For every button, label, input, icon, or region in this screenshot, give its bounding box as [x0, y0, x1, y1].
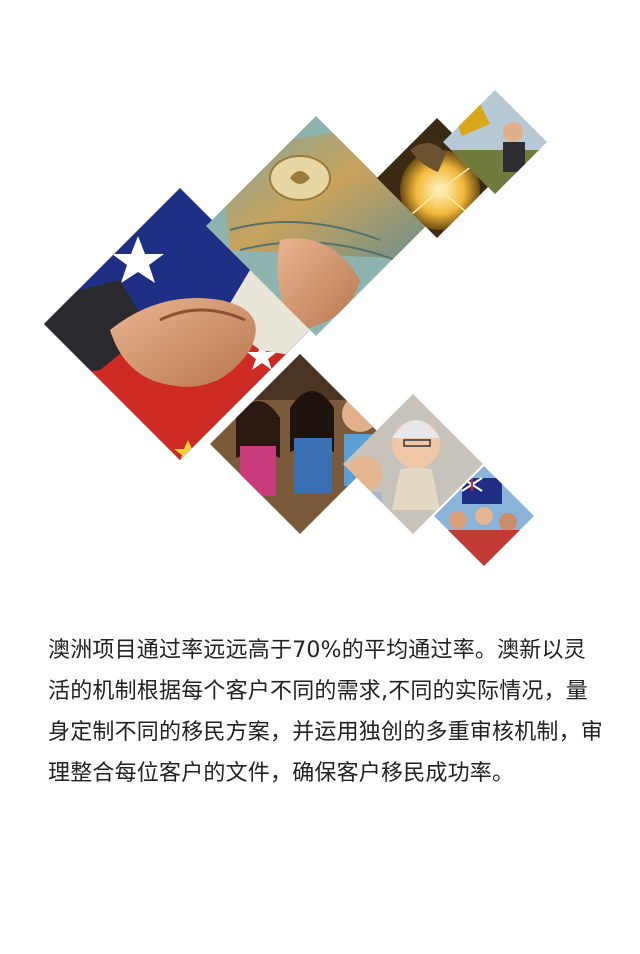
- immigration-photo-collage: [44, 90, 547, 566]
- intro-paragraph: 澳洲项目通过率远远高于70%的平均通过率。澳新以灵活的机制根据每个客户不同的需求…: [48, 638, 604, 786]
